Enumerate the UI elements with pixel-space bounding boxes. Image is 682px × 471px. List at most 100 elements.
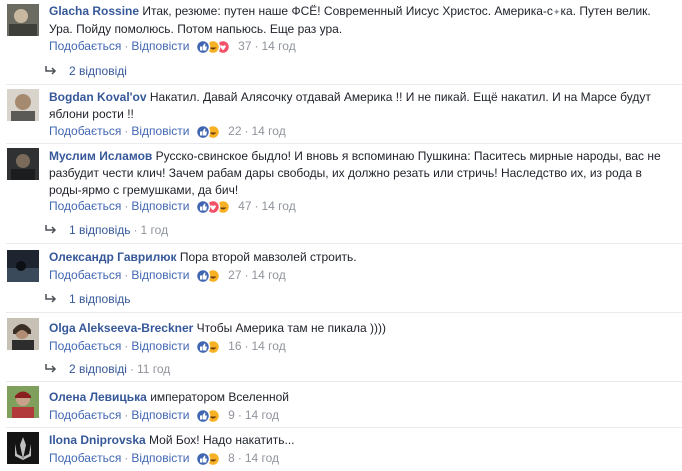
reply-button[interactable]: Відповісти xyxy=(131,39,189,53)
timestamp[interactable]: 14 год xyxy=(262,39,296,53)
replies-count[interactable]: 2 відповіді xyxy=(69,362,127,376)
avatar[interactable] xyxy=(7,318,39,350)
comment-actions: Подобається · Відповісти 37 · 14 год xyxy=(49,39,296,55)
divider xyxy=(6,84,682,85)
avatar[interactable] xyxy=(7,386,39,418)
reply-arrow-icon xyxy=(45,291,57,307)
comment-author[interactable]: Олена Левицька xyxy=(49,390,147,404)
like-button[interactable]: Подобається xyxy=(49,408,121,422)
timestamp[interactable]: 14 год xyxy=(262,199,296,213)
reactions[interactable] xyxy=(195,339,225,355)
reaction-count[interactable]: 16 xyxy=(228,339,241,353)
timestamp[interactable]: 14 год xyxy=(252,268,286,282)
reply-arrow-icon xyxy=(45,361,57,377)
reply-button[interactable]: Відповісти xyxy=(131,268,189,282)
comment-text: Чтобы Америка там не пикала )))) xyxy=(196,321,386,335)
avatar[interactable] xyxy=(7,432,39,464)
replies-link[interactable]: 1 відповідь · 1 год xyxy=(45,222,168,238)
replies-count[interactable]: 1 відповідь xyxy=(69,223,131,237)
timestamp[interactable]: 14 год xyxy=(245,408,279,422)
avatar[interactable] xyxy=(7,4,39,36)
comment-actions: Подобається · Відповісти 47 · 14 год xyxy=(49,199,296,215)
reactions[interactable] xyxy=(195,268,225,284)
comment-author[interactable]: Glacha Rossine xyxy=(49,4,139,18)
comment-author[interactable]: Olga Alekseeva-Breckner xyxy=(49,321,193,335)
like-button[interactable]: Подобається xyxy=(49,199,121,213)
reply-arrow-icon xyxy=(45,222,57,238)
reply-button[interactable]: Відповісти xyxy=(131,408,189,422)
avatar-image xyxy=(7,386,39,418)
comment-body: Муслим Исламов Русско-свинское быдло! И … xyxy=(49,148,669,199)
comment-text: Мой Бох! Надо накатить... xyxy=(149,433,295,447)
like-button[interactable]: Подобається xyxy=(49,451,121,465)
comment-text: императором Вселенной xyxy=(150,390,289,404)
avatar-image xyxy=(7,250,39,282)
comment-body: Ilona Dniprovska Мой Бох! Надо накатить.… xyxy=(49,432,669,449)
like-button[interactable]: Подобається xyxy=(49,268,121,282)
comment-actions: Подобається · Відповісти 22 · 14 год xyxy=(49,124,286,140)
comment-actions: Подобається · Відповісти 27 · 14 год xyxy=(49,268,286,284)
reaction-count[interactable]: 9 xyxy=(228,408,235,422)
avatar[interactable] xyxy=(7,89,39,121)
reaction-count[interactable]: 8 xyxy=(228,451,235,465)
avatar[interactable] xyxy=(7,148,39,180)
reactions[interactable] xyxy=(195,124,225,140)
like-button[interactable]: Подобається xyxy=(49,339,121,353)
avatar-image xyxy=(7,148,39,180)
reply-button[interactable]: Відповісти xyxy=(131,199,189,213)
avatar-image xyxy=(7,318,39,350)
divider xyxy=(6,143,682,144)
reactions[interactable] xyxy=(195,451,225,467)
reaction-count[interactable]: 37 xyxy=(238,39,251,53)
comment-actions: Подобається · Відповісти 16 · 14 год xyxy=(49,339,286,355)
comment-author[interactable]: Олександр Гаврилюк xyxy=(49,250,176,264)
replies-link[interactable]: 2 відповіді · 11 год xyxy=(45,361,170,377)
timestamp[interactable]: 14 год xyxy=(252,339,286,353)
reply-button[interactable]: Відповісти xyxy=(131,451,189,465)
comment-text: Ура. Пойду помолюсь. Потом напьюсь. Еще … xyxy=(49,22,343,36)
comment-text: Итак, резюме: путен наше ФСЁ! Современны… xyxy=(142,4,553,18)
comment-text: разбудит чести клич! Зачем рабам дары св… xyxy=(49,166,642,180)
comment-body: Olga Alekseeva-Breckner Чтобы Америка та… xyxy=(49,320,669,337)
replies-link[interactable]: 2 відповіді xyxy=(45,63,127,79)
comment-actions: Подобається · Відповісти 9 · 14 год xyxy=(49,408,280,424)
like-button[interactable]: Подобається xyxy=(49,39,121,53)
comment-author[interactable]: Bogdan Koval'ov xyxy=(49,90,147,104)
comment-body: Bogdan Koval'ov Накатил. Давай Алясочку … xyxy=(49,89,669,123)
reaction-count[interactable]: 27 xyxy=(228,268,241,282)
comment-author[interactable]: Ilona Dniprovska xyxy=(49,433,146,447)
divider xyxy=(6,427,682,428)
comment-text: роды-ярмо с гремушками, да бич! xyxy=(49,183,239,197)
comment-text: Пора второй мавзолей строить. xyxy=(179,250,357,264)
comment-text: Русско-свинское быдло! И вновь я вспомин… xyxy=(155,149,661,163)
replies-time[interactable]: 1 год xyxy=(141,223,169,237)
timestamp[interactable]: 14 год xyxy=(245,451,279,465)
comment-author[interactable]: Муслим Исламов xyxy=(49,149,152,163)
comment-actions: Подобається · Відповісти 8 · 14 год xyxy=(49,451,280,467)
reply-button[interactable]: Відповісти xyxy=(131,124,189,138)
replies-link[interactable]: 1 відповідь xyxy=(45,291,131,307)
reactions[interactable] xyxy=(195,39,235,55)
avatar[interactable] xyxy=(7,250,39,282)
comment-body: Олександр Гаврилюк Пора второй мавзолей … xyxy=(49,249,669,266)
reaction-count[interactable]: 47 xyxy=(238,199,251,213)
replies-count[interactable]: 2 відповіді xyxy=(69,64,127,78)
replies-count[interactable]: 1 відповідь xyxy=(69,292,131,306)
avatar-image xyxy=(7,432,39,464)
comment-body: Олена Левицька императором Вселенной xyxy=(49,389,669,406)
reply-button[interactable]: Відповісти xyxy=(131,339,189,353)
avatar-image xyxy=(7,89,39,121)
reaction-count[interactable]: 22 xyxy=(228,124,241,138)
reactions[interactable] xyxy=(195,408,225,424)
timestamp[interactable]: 14 год xyxy=(252,124,286,138)
reply-arrow-icon xyxy=(45,63,57,79)
divider xyxy=(6,243,682,244)
comment-text: яблони рости !! xyxy=(49,107,134,121)
comment-body: Glacha Rossine Итак, резюме: путен наше … xyxy=(49,3,669,38)
reactions[interactable] xyxy=(195,199,235,215)
replies-time[interactable]: 11 год xyxy=(137,362,170,376)
comment-text: Накатил. Давай Алясочку отдавай Америка … xyxy=(149,90,651,104)
comment-text: ка. Путен велик. xyxy=(560,4,651,18)
divider xyxy=(6,381,682,382)
like-button[interactable]: Подобається xyxy=(49,124,121,138)
